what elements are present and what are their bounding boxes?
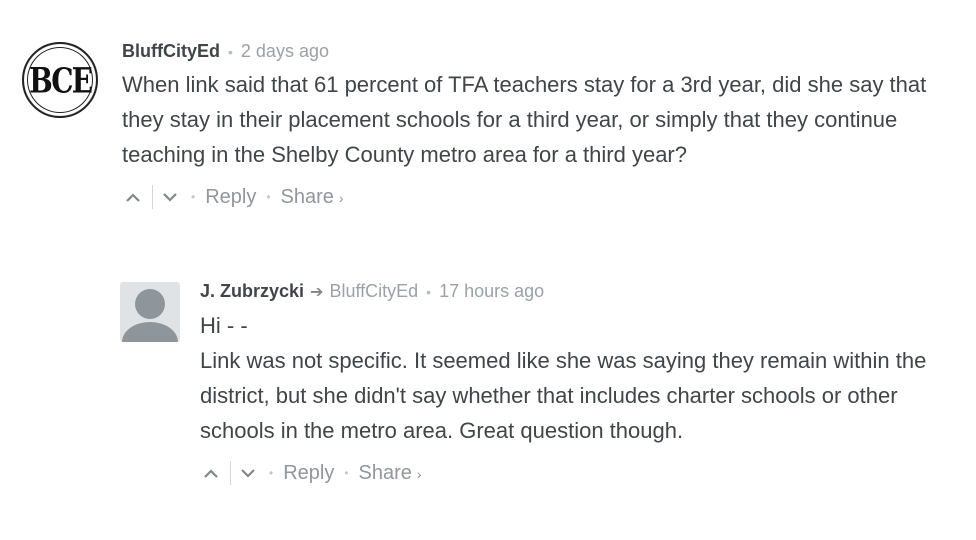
comment-actions: • Reply • Share › [200,458,950,488]
downvote-button[interactable] [159,192,181,202]
bullet-separator: • [228,44,233,60]
comment-paragraph: When link said that 61 percent of TFA te… [122,72,927,167]
bullet-separator: • [191,190,196,204]
share-label: Share [280,185,334,208]
timestamp[interactable]: 2 days ago [241,41,329,61]
reply-button[interactable]: Reply [283,462,334,485]
arrow-right-icon: ➔ [310,284,324,301]
author-name[interactable]: BluffCityEd [122,41,220,61]
share-button[interactable]: Share › [359,462,422,485]
author-name[interactable]: J. Zubrzycki [200,281,304,301]
chevron-down-icon [241,468,255,478]
chevron-up-icon [126,192,140,202]
share-button[interactable]: Share › [281,186,344,209]
reply-to-author[interactable]: BluffCityEd [329,281,418,301]
upvote-button[interactable] [200,468,222,478]
avatar-logo-text: BCE [29,59,93,101]
comment-header: J. Zubrzycki ➔ BluffCityEd • 17 hours ago [200,278,950,306]
comment-content: BluffCityEd • 2 days ago When link said th… [122,38,942,212]
comment-actions: • Reply • Share › [122,182,942,212]
comment-body: Hi - - Link was not specific. It seemed … [200,308,950,448]
bullet-separator: • [344,466,349,480]
downvote-button[interactable] [237,468,259,478]
vote-divider [230,461,231,485]
upvote-button[interactable] [122,192,144,202]
chevron-right-icon: › [338,189,344,206]
avatar[interactable]: BCE [22,42,98,118]
avatar[interactable] [120,282,180,342]
chevron-up-icon [204,468,218,478]
avatar-body-shape [122,322,178,342]
bullet-separator: • [269,466,274,480]
bullet-separator: • [426,284,432,300]
bullet-separator: • [266,190,271,204]
comment-content: J. Zubrzycki ➔ BluffCityEd • 17 hours ago Hi… [200,278,950,488]
share-label: Share [358,461,412,484]
avatar-head-shape [135,289,165,319]
vote-divider [152,185,153,209]
chevron-right-icon: › [416,465,422,482]
comment-body: When link said that 61 percent of TFA te… [122,67,942,172]
comment-header: BluffCityEd • 2 days ago [122,38,942,65]
comment-paragraph: Hi - - [200,313,248,338]
timestamp[interactable]: 17 hours ago [439,281,544,301]
reply-button[interactable]: Reply [205,186,256,209]
chevron-down-icon [163,192,177,202]
comment-paragraph: Link was not specific. It seemed like sh… [200,348,927,443]
